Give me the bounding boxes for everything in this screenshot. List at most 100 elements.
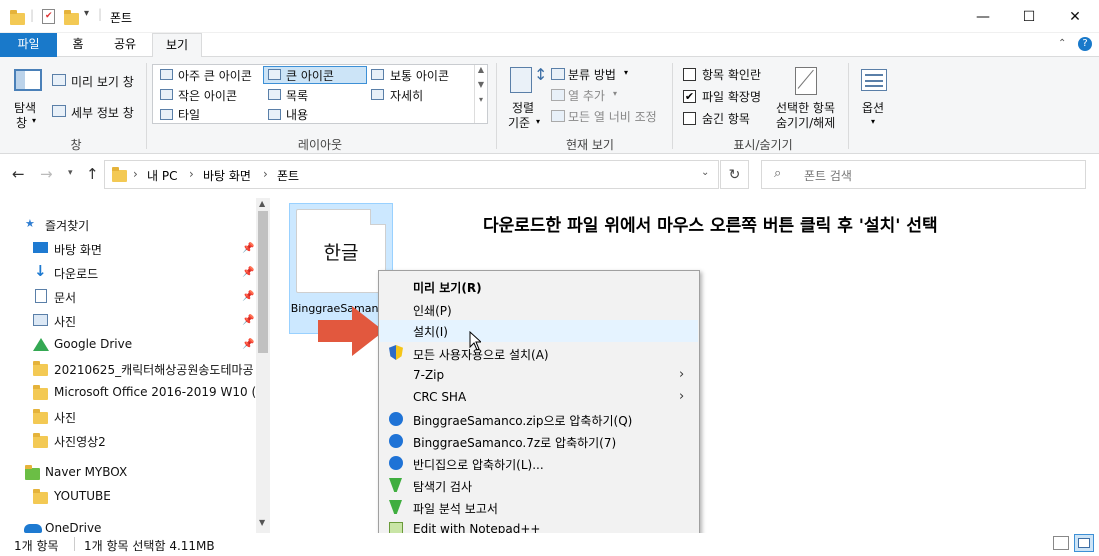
group-by-dropdown-icon[interactable]: ▾: [624, 68, 628, 77]
folder-icon: [112, 167, 127, 182]
tab-home[interactable]: 홈: [58, 33, 98, 57]
options-button[interactable]: 옵션: [862, 99, 884, 116]
quick-access-dropdown-icon[interactable]: ▾: [84, 8, 89, 19]
nav-pane-scroll-thumb[interactable]: [258, 211, 268, 353]
add-column-dropdown-icon[interactable]: ▾: [613, 89, 617, 98]
ribbon-separator: [848, 63, 849, 149]
pin-icon[interactable]: 📌: [242, 291, 254, 302]
close-button[interactable]: ✕: [1052, 0, 1098, 33]
folder-icon: [33, 489, 48, 504]
nav-pane-label2[interactable]: 창: [16, 114, 27, 131]
preview-pane-button[interactable]: 미리 보기 창: [71, 73, 134, 90]
menu-item-preview[interactable]: 미리 보기(R): [413, 279, 482, 296]
item-checkbox-label: 항목 확인란: [702, 68, 762, 82]
menu-item-install-all-users[interactable]: 모든 사용자용으로 설치(A): [413, 346, 549, 363]
breadcrumb-this-pc[interactable]: 내 PC: [147, 167, 177, 184]
sort-dropdown-icon[interactable]: ▾: [536, 117, 540, 126]
nav-pane-dropdown-icon[interactable]: ▾: [32, 116, 36, 125]
nav-item-desktop[interactable]: 바탕 화면: [54, 241, 102, 258]
up-arrow-icon[interactable]: ↑: [86, 165, 99, 183]
hide-selected-icon[interactable]: [795, 67, 817, 95]
breadcrumb-separator: ›: [133, 167, 138, 181]
options-dropdown-icon[interactable]: ▾: [871, 117, 875, 126]
sort-by-icon[interactable]: [510, 67, 532, 93]
help-icon[interactable]: ?: [1078, 37, 1092, 51]
search-icon: ⌕: [774, 166, 782, 181]
layout-small-icons[interactable]: 작은 아이콘: [178, 87, 237, 104]
pin-icon[interactable]: 📌: [242, 267, 254, 278]
layout-gallery-scroll[interactable]: ▲ ▼ ▾: [474, 65, 487, 123]
layout-content[interactable]: 내용: [286, 106, 308, 123]
details-pane-button[interactable]: 세부 정보 창: [71, 104, 134, 121]
nav-quick-access[interactable]: 즐겨찾기: [45, 217, 89, 234]
nav-item-downloads[interactable]: 다운로드: [54, 265, 98, 282]
new-folder-icon[interactable]: [64, 10, 79, 25]
menu-item-compress-7z[interactable]: BinggraeSamanco.7z로 압축하기(7): [413, 434, 616, 451]
search-input[interactable]: 폰트 검색: [804, 167, 852, 184]
hide-selected-label2[interactable]: 숨기기/해제: [776, 114, 835, 131]
nav-item-naver-mybox[interactable]: Naver MYBOX: [45, 465, 127, 479]
maximize-button[interactable]: ☐: [1006, 0, 1052, 33]
nav-pane-icon[interactable]: [14, 69, 42, 91]
scan-icon: [389, 478, 402, 492]
layout-tiles[interactable]: 타일: [178, 106, 200, 123]
layout-details[interactable]: 자세히: [390, 87, 423, 104]
bandizip-icon: [389, 412, 403, 426]
properties-icon[interactable]: ✔: [42, 9, 55, 24]
menu-item-bandizip[interactable]: 반디집으로 압축하기(L)...: [413, 456, 544, 473]
nav-item-youtube[interactable]: YOUTUBE: [54, 489, 111, 503]
address-history-dropdown-icon[interactable]: ⌄: [701, 167, 709, 178]
pin-icon[interactable]: 📌: [242, 315, 254, 326]
menu-item-crc-sha[interactable]: CRC SHA: [413, 390, 466, 404]
search-box[interactable]: ⌕ 폰트 검색: [761, 160, 1086, 189]
nav-item-documents[interactable]: 문서: [54, 289, 76, 306]
menu-item-compress-zip[interactable]: BinggraeSamanco.zip으로 압축하기(Q): [413, 412, 632, 429]
layout-group-label: 레이아웃: [297, 138, 343, 152]
nav-item-pictures[interactable]: 사진: [54, 313, 76, 330]
layout-list[interactable]: 목록: [286, 87, 308, 104]
back-arrow-icon[interactable]: ←: [12, 165, 25, 183]
nav-item-folder-photo-video[interactable]: 사진영상2: [54, 433, 106, 450]
menu-item-file-analysis[interactable]: 파일 분석 보고서: [413, 500, 498, 517]
recent-locations-icon[interactable]: ▾: [68, 168, 73, 178]
add-column-button[interactable]: 열 추가: [568, 87, 605, 104]
tab-file[interactable]: 파일: [0, 33, 57, 57]
address-box[interactable]: › 내 PC › 바탕 화면 › 폰트 ⌄: [104, 160, 719, 189]
pin-icon[interactable]: 📌: [242, 339, 254, 350]
tab-share[interactable]: 공유: [102, 33, 148, 57]
sort-by-label2[interactable]: 기준: [508, 114, 530, 131]
pin-icon[interactable]: 📌: [242, 243, 254, 254]
layout-large-icons[interactable]: 큰 아이콘: [286, 67, 334, 84]
nav-item-folder-photos[interactable]: 사진: [54, 409, 76, 426]
breadcrumb-fonts[interactable]: 폰트: [277, 167, 299, 184]
file-extensions-checkbox[interactable]: ✔: [683, 90, 696, 103]
scroll-up-icon[interactable]: ▲: [259, 199, 265, 208]
file-extensions-label: 파일 확장명: [702, 90, 762, 104]
font-file-icon[interactable]: 한글: [296, 209, 386, 293]
nav-item-folder-character[interactable]: 20210625_캐릭터해상공원송도테마공: [54, 361, 254, 378]
item-checkbox-toggle[interactable]: [683, 68, 696, 81]
refresh-button[interactable]: ↻: [720, 160, 749, 189]
forward-arrow-icon[interactable]: →: [40, 165, 53, 183]
collapse-ribbon-icon[interactable]: ⌃: [1058, 38, 1066, 49]
menu-item-7zip[interactable]: 7-Zip: [413, 368, 444, 382]
nav-item-google-drive[interactable]: Google Drive: [54, 337, 132, 351]
large-icons-view-toggle-icon[interactable]: [1074, 534, 1094, 552]
group-by-button[interactable]: 분류 방법: [568, 66, 616, 83]
fit-columns-button[interactable]: 모든 열 너비 조정: [568, 108, 657, 125]
menu-item-install[interactable]: 설치(I): [413, 323, 448, 340]
nav-item-onedrive[interactable]: OneDrive: [45, 521, 101, 533]
layout-extra-large-icons[interactable]: 아주 큰 아이콘: [178, 67, 252, 84]
scroll-down-icon[interactable]: ▼: [259, 518, 265, 527]
hidden-items-checkbox[interactable]: [683, 112, 696, 125]
nav-item-folder-office[interactable]: Microsoft Office 2016-2019 W10 (20: [54, 385, 270, 399]
menu-item-explorer-scan[interactable]: 탐색기 검사: [413, 478, 472, 495]
large-icons-icon: [268, 69, 281, 80]
menu-item-print[interactable]: 인쇄(P): [413, 302, 452, 319]
details-view-toggle-icon[interactable]: [1053, 536, 1069, 550]
tab-view[interactable]: 보기: [152, 33, 202, 58]
options-icon[interactable]: [861, 69, 887, 91]
breadcrumb-desktop[interactable]: 바탕 화면: [203, 167, 251, 184]
layout-medium-icons[interactable]: 보통 아이콘: [390, 67, 449, 84]
minimize-button[interactable]: —: [960, 0, 1006, 33]
